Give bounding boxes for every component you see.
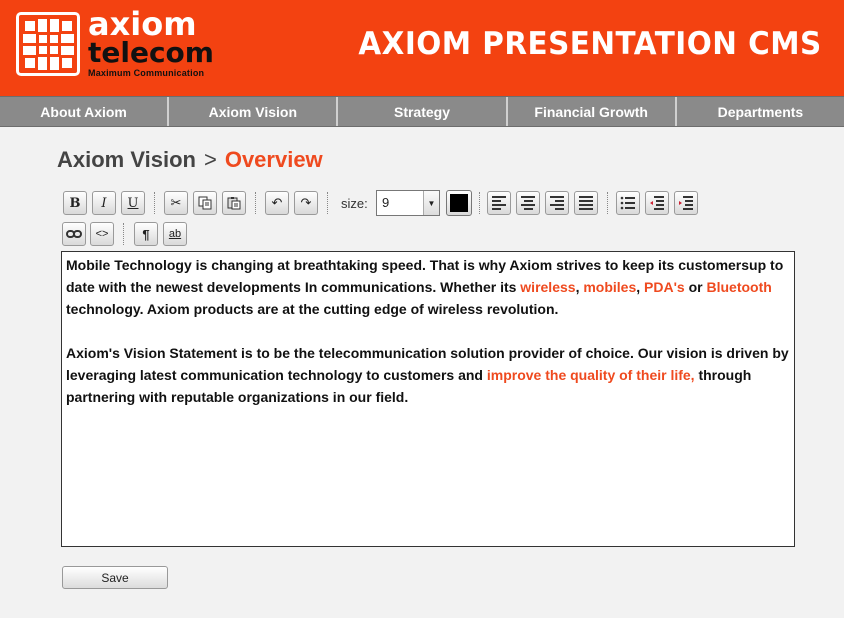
nav-item-departments[interactable]: Departments	[677, 97, 844, 126]
align-right-icon[interactable]	[545, 191, 569, 215]
text-color-swatch	[450, 194, 468, 212]
main-nav: About Axiom Axiom Vision Strategy Financ…	[0, 96, 844, 127]
italic-button[interactable]: I	[92, 191, 116, 215]
highlight-mobiles: mobiles	[583, 279, 637, 295]
nav-item-about-axiom[interactable]: About Axiom	[0, 97, 170, 126]
app-title: AXIOM PRESENTATION CMS	[358, 26, 822, 62]
font-size-select[interactable]: 9 ▼	[376, 190, 440, 216]
highlight-quality: improve the quality of their life,	[486, 367, 695, 383]
font-size-value: 9	[382, 195, 390, 210]
pilcrow-icon[interactable]: ¶	[134, 222, 158, 246]
breadcrumb-separator: >	[203, 147, 217, 172]
breadcrumb-current: Overview	[224, 147, 323, 172]
spellcheck-icon[interactable]: ab	[163, 222, 187, 246]
breadcrumb-parent[interactable]: Axiom Vision	[57, 147, 196, 172]
highlight-pdas: PDA's	[644, 279, 685, 295]
highlight-wireless: wireless	[520, 279, 576, 295]
toolbar-separator	[255, 192, 256, 214]
highlight-bluetooth: Bluetooth	[706, 279, 772, 295]
toolbar-separator	[607, 192, 608, 214]
copy-icon[interactable]	[193, 191, 217, 215]
undo-icon[interactable]: ↶	[265, 191, 289, 215]
indent-icon[interactable]	[674, 191, 698, 215]
logo-text-telecom: telecom	[88, 36, 214, 69]
nav-item-financial-growth[interactable]: Financial Growth	[508, 97, 677, 126]
toolbar-separator	[327, 192, 328, 214]
editor-paragraph: Axiom's Vision Statement is to be the te…	[66, 342, 790, 408]
nav-item-strategy[interactable]: Strategy	[338, 97, 508, 126]
save-button[interactable]: Save	[62, 566, 168, 589]
nav-item-axiom-vision[interactable]: Axiom Vision	[169, 97, 339, 126]
align-center-icon[interactable]	[516, 191, 540, 215]
bold-button[interactable]: B	[63, 191, 87, 215]
cut-icon[interactable]: ✂	[164, 191, 188, 215]
align-left-icon[interactable]	[487, 191, 511, 215]
header: axiom telecom Maximum Communication AXIO…	[0, 0, 844, 96]
editor-paragraph: Mobile Technology is changing at breatht…	[66, 254, 790, 320]
breadcrumb: Axiom Vision > Overview	[57, 147, 323, 173]
text-segment: or	[684, 279, 707, 295]
toolbar-separator	[479, 192, 480, 214]
link-icon[interactable]	[62, 222, 86, 246]
text-color-picker[interactable]	[446, 190, 472, 216]
paste-icon[interactable]	[222, 191, 246, 215]
bullet-list-icon[interactable]	[616, 191, 640, 215]
logo-tagline: Maximum Communication	[88, 68, 205, 78]
outdent-icon[interactable]	[645, 191, 669, 215]
toolbar-separator	[154, 192, 155, 214]
text-segment: technology. Axiom products are at the cu…	[66, 301, 559, 317]
toolbar-separator	[123, 223, 124, 245]
redo-icon[interactable]: ↷	[294, 191, 318, 215]
logo-grid-icon	[16, 12, 80, 76]
underline-button[interactable]: U	[121, 191, 145, 215]
size-label: size:	[341, 196, 368, 211]
text-segment: ,	[636, 279, 645, 295]
rich-text-editor[interactable]: Mobile Technology is changing at breatht…	[61, 251, 795, 547]
align-justify-icon[interactable]	[574, 191, 598, 215]
chevron-down-icon[interactable]: ▼	[423, 191, 439, 215]
source-code-icon[interactable]: <>	[90, 222, 114, 246]
